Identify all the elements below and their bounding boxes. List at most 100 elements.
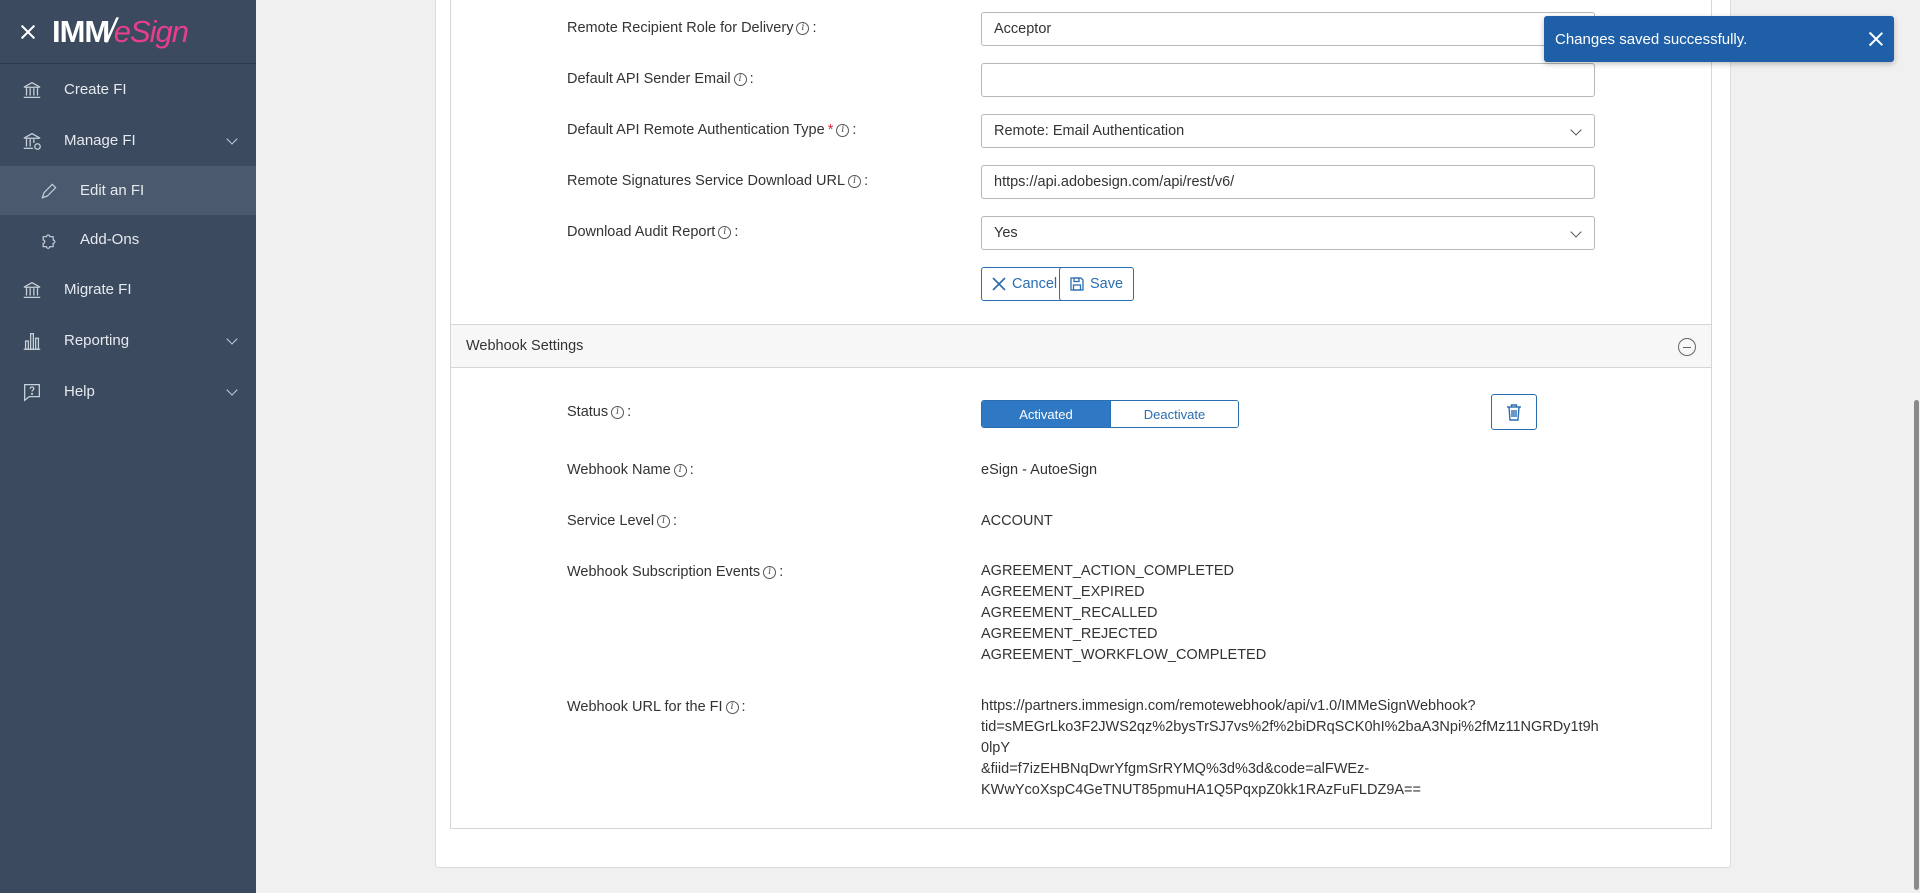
label-colon: : [673,513,678,529]
field-value: Yes [994,225,1018,241]
floppy-icon [1070,277,1084,291]
trash-icon [1507,404,1521,421]
sidebar-item-label: Edit an FI [80,182,145,199]
event-item: AGREEMENT_ACTION_COMPLETED [981,563,1234,579]
activated-button[interactable]: Activated [982,401,1110,427]
webhook-settings-header[interactable]: Webhook Settings [451,324,1711,368]
label-colon: : [864,173,869,189]
auth-type-label: Default API Remote Authentication Type *… [567,122,856,138]
chevron-down-icon [226,384,238,396]
sidebar: IMM / eSign Create FI Manage FI Edit an … [0,0,256,893]
cancel-button[interactable]: Cancel [981,267,1069,301]
bank-icon [20,78,44,102]
info-icon[interactable]: i [848,174,862,188]
auth-type-select[interactable]: Remote: Email Authentication [981,114,1595,148]
url-line: &fiid=f7izEHBNqDwrYfgmSrRYMQ%3d%3d&code=… [981,761,1370,777]
audit-report-select[interactable]: Yes [981,216,1595,250]
sidebar-item-help[interactable]: Help [0,366,256,417]
remote-role-label: Remote Recipient Role for Delivery i : [567,20,816,36]
required-mark: * [827,122,834,138]
sidebar-item-label: Manage FI [64,132,136,149]
field-value: Remote: Email Authentication [994,123,1185,139]
sidebar-item-add-ons[interactable]: Add-Ons [0,215,256,264]
label-colon: : [852,122,857,138]
info-icon[interactable]: i [763,565,777,579]
webhook-url-value: https://partners.immesign.com/remotewebh… [981,696,1601,801]
sidebar-item-label: Create FI [64,81,127,98]
label-colon: : [812,20,817,36]
page-scrollbar[interactable] [1912,0,1920,893]
sidebar-item-edit-an-fi[interactable]: Edit an FI [0,166,256,215]
event-item: AGREEMENT_REJECTED [981,626,1158,642]
label-text: Remote Recipient Role for Delivery [567,20,794,36]
pencil-icon [38,180,60,202]
label-text: Webhook Subscription Events [567,564,761,580]
label-text: Default API Remote Authentication Type [567,122,825,138]
label-colon: : [689,462,694,478]
sender-email-input[interactable] [981,63,1595,97]
label-text: Default API Sender Email [567,71,731,87]
scrollbar-thumb[interactable] [1914,400,1919,890]
label-colon: : [734,224,739,240]
info-icon[interactable]: i [657,514,671,528]
info-icon[interactable]: i [733,72,747,86]
bank-gear-icon [20,129,44,153]
sidebar-item-label: Reporting [64,332,130,349]
close-icon[interactable] [18,22,38,42]
download-url-label: Remote Signatures Service Download URL i… [567,173,868,189]
save-label: Save [1090,276,1124,292]
webhook-url-label: Webhook URL for the FI i : [567,699,746,715]
sidebar-item-reporting[interactable]: Reporting [0,315,256,366]
label-colon: : [749,71,754,87]
close-icon[interactable] [1867,30,1885,48]
cancel-label: Cancel [1012,276,1058,292]
sidebar-item-manage-fi[interactable]: Manage FI [0,115,256,166]
info-icon[interactable]: i [718,225,732,239]
sidebar-item-create-fi[interactable]: Create FI [0,64,256,115]
url-line: tid=sMEGrLko3F2JWS2qz%2bysTrSJ7vs%2f%2bi… [981,719,1599,756]
label-text: Remote Signatures Service Download URL [567,173,846,189]
section-title: Webhook Settings [466,338,584,354]
label-text: Webhook URL for the FI [567,699,723,715]
info-icon[interactable]: i [836,123,850,137]
deactivate-button[interactable]: Deactivate [1110,401,1238,427]
chevron-down-icon [1570,226,1582,238]
bank-icon [20,278,44,302]
logo-esign: eSign [113,14,189,49]
label-text: Status [567,404,609,420]
event-item: AGREEMENT_WORKFLOW_COMPLETED [981,647,1267,663]
info-icon[interactable]: i [796,21,810,35]
app-logo: IMM / eSign [52,12,189,51]
event-item: AGREEMENT_RECALLED [981,605,1158,621]
chevron-down-icon [226,133,238,145]
puzzle-icon [38,229,60,251]
info-icon[interactable]: i [673,463,687,477]
close-icon [992,277,1006,291]
download-url-input[interactable]: https://api.adobesign.com/api/rest/v6/ [981,165,1595,199]
subscription-events-list: AGREEMENT_ACTION_COMPLETED AGREEMENT_EXP… [981,561,1266,666]
label-colon: : [627,404,632,420]
info-icon[interactable]: i [725,700,739,714]
bar-chart-icon [20,329,44,353]
webhook-name-label: Webhook Name i : [567,462,694,478]
field-value: Acceptor [994,21,1052,37]
field-value: https://api.adobesign.com/api/rest/v6/ [994,174,1235,190]
settings-card: Remote Recipient Role for Delivery i : A… [450,0,1712,829]
fi-settings-panel: Remote Recipient Role for Delivery i : A… [435,0,1731,868]
label-text: Download Audit Report [567,224,716,240]
url-line: KWwYcoXspC4GeTNUT85pmuHA1Q5PqxpZ0kk1RAzF… [981,782,1421,798]
sidebar-item-migrate-fi[interactable]: Migrate FI [0,264,256,315]
info-icon[interactable]: i [611,405,625,419]
audit-report-label: Download Audit Report i : [567,224,738,240]
collapse-icon[interactable] [1678,338,1696,356]
service-level-value: ACCOUNT [981,513,1053,529]
help-bubble-icon [20,380,44,404]
toast-message: Changes saved successfully. [1555,30,1748,48]
logo-imm: IMM [52,14,110,49]
save-button[interactable]: Save [1059,267,1135,301]
sidebar-item-label: Migrate FI [64,281,132,298]
delete-webhook-button[interactable] [1491,394,1537,430]
main-content: Remote Recipient Role for Delivery i : A… [256,0,1920,893]
remote-role-input[interactable]: Acceptor [981,12,1595,46]
chevron-down-icon [1570,124,1582,136]
